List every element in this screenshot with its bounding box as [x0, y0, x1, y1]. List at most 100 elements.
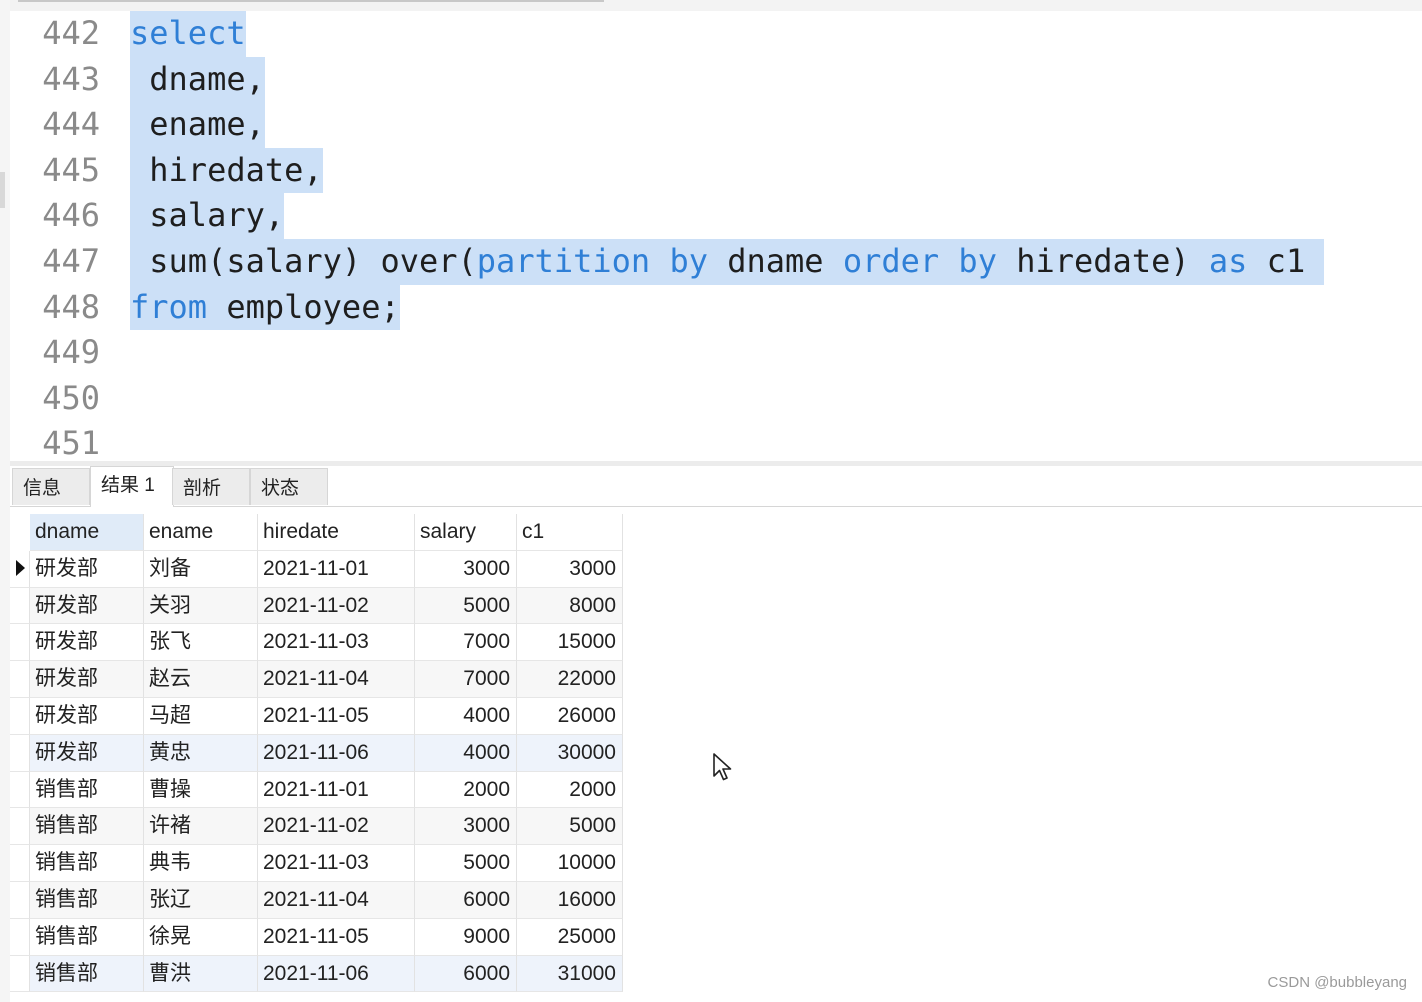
table-cell-ename[interactable]: 赵云 [144, 661, 258, 698]
table-cell-salary[interactable]: 2000 [415, 771, 517, 809]
table-cell-dname[interactable]: 销售部 [30, 918, 144, 956]
table-cell-c1[interactable]: 25000 [517, 918, 623, 956]
table-cell-c1[interactable]: 10000 [517, 845, 623, 882]
line-number: 442 [42, 14, 100, 52]
row-indicator[interactable] [10, 698, 30, 735]
column-header[interactable]: ename [144, 514, 258, 551]
row-indicator[interactable] [10, 882, 30, 919]
table-cell-hiredate[interactable]: 2021-11-05 [258, 918, 415, 956]
tab-result-1[interactable]: 结果 1 [90, 466, 174, 507]
row-indicator[interactable] [10, 624, 30, 662]
table-cell-ename[interactable]: 张飞 [144, 624, 258, 662]
table-cell-c1[interactable]: 31000 [517, 955, 623, 993]
table-cell-hiredate[interactable]: 2021-11-04 [258, 882, 415, 919]
table-cell-salary[interactable]: 6000 [415, 882, 517, 919]
table-row[interactable]: 研发部 赵云 2021-11-04 7000 22000 [10, 661, 624, 698]
table-cell-dname[interactable]: 研发部 [30, 550, 144, 588]
line-number: 448 [42, 287, 100, 326]
row-indicator[interactable] [10, 845, 30, 882]
table-row[interactable]: 研发部 马超 2021-11-05 4000 26000 [10, 698, 624, 735]
table-cell-dname[interactable]: 销售部 [30, 845, 144, 882]
table-cell-ename[interactable]: 刘备 [144, 550, 258, 588]
table-cell-dname[interactable]: 研发部 [30, 624, 144, 662]
table-row[interactable]: 销售部 徐晃 2021-11-05 9000 25000 [10, 918, 624, 956]
table-cell-ename[interactable]: 许褚 [144, 808, 258, 846]
table-row[interactable]: 销售部 曹操 2021-11-01 2000 2000 [10, 771, 624, 809]
table-cell-salary[interactable]: 6000 [415, 955, 517, 993]
table-cell-ename[interactable]: 徐晃 [144, 918, 258, 956]
line-number: 446 [42, 196, 100, 235]
table-cell-c1[interactable]: 15000 [517, 624, 623, 662]
table-cell-dname[interactable]: 研发部 [30, 587, 144, 625]
table-row[interactable]: 研发部 黄忠 2021-11-06 4000 30000 [10, 734, 624, 772]
table-cell-hiredate[interactable]: 2021-11-01 [258, 771, 415, 809]
table-row[interactable]: 销售部 许褚 2021-11-02 3000 5000 [10, 808, 624, 846]
table-cell-hiredate[interactable]: 2021-11-05 [258, 698, 415, 735]
table-cell-dname[interactable]: 研发部 [30, 661, 144, 698]
sql-editor[interactable]: 442 443 444 445 446 447 448 449 450 451 select dn… [10, 11, 1422, 461]
table-cell-ename[interactable]: 黄忠 [144, 734, 258, 772]
table-cell-salary[interactable]: 9000 [415, 918, 517, 956]
table-cell-salary[interactable]: 5000 [415, 587, 517, 625]
table-cell-dname[interactable]: 研发部 [30, 734, 144, 772]
table-cell-ename[interactable]: 张辽 [144, 882, 258, 919]
table-cell-ename[interactable]: 曹操 [144, 771, 258, 809]
column-header[interactable]: dname [30, 514, 144, 551]
sql-keyword: select [130, 14, 246, 52]
row-indicator[interactable] [10, 661, 30, 698]
table-cell-c1[interactable]: 2000 [517, 771, 623, 809]
row-indicator[interactable] [10, 771, 30, 809]
table-cell-c1[interactable]: 5000 [517, 808, 623, 846]
row-indicator[interactable] [10, 734, 30, 772]
table-cell-hiredate[interactable]: 2021-11-02 [258, 587, 415, 625]
table-cell-dname[interactable]: 销售部 [30, 882, 144, 919]
table-row[interactable]: 研发部 张飞 2021-11-03 7000 15000 [10, 624, 624, 662]
column-header[interactable]: hiredate [258, 514, 415, 551]
code-token: sum(salary) over( [130, 242, 477, 280]
tab-profile[interactable]: 剖析 [172, 468, 250, 505]
tab-status[interactable]: 状态 [250, 468, 328, 505]
table-cell-hiredate[interactable]: 2021-11-02 [258, 808, 415, 846]
column-header[interactable]: salary [415, 514, 517, 551]
table-cell-dname[interactable]: 研发部 [30, 698, 144, 735]
row-indicator[interactable] [10, 808, 30, 846]
row-indicator[interactable] [10, 918, 30, 956]
table-cell-hiredate[interactable]: 2021-11-06 [258, 955, 415, 993]
table-row[interactable]: 销售部 典韦 2021-11-03 5000 10000 [10, 845, 624, 882]
table-cell-hiredate[interactable]: 2021-11-04 [258, 661, 415, 698]
table-cell-hiredate[interactable]: 2021-11-01 [258, 550, 415, 588]
table-cell-salary[interactable]: 3000 [415, 550, 517, 588]
table-row[interactable]: 研发部 刘备 2021-11-01 3000 3000 [10, 550, 624, 588]
table-row[interactable]: 销售部 曹洪 2021-11-06 6000 31000 [10, 955, 624, 993]
table-cell-ename[interactable]: 关羽 [144, 587, 258, 625]
table-cell-salary[interactable]: 3000 [415, 808, 517, 846]
table-cell-c1[interactable]: 3000 [517, 550, 623, 588]
table-cell-ename[interactable]: 马超 [144, 698, 258, 735]
table-cell-salary[interactable]: 4000 [415, 734, 517, 772]
table-cell-hiredate[interactable]: 2021-11-06 [258, 734, 415, 772]
table-cell-hiredate[interactable]: 2021-11-03 [258, 624, 415, 662]
table-row[interactable]: 研发部 关羽 2021-11-02 5000 8000 [10, 587, 624, 625]
table-cell-c1[interactable]: 22000 [517, 661, 623, 698]
table-cell-salary[interactable]: 7000 [415, 661, 517, 698]
table-cell-salary[interactable]: 5000 [415, 845, 517, 882]
column-header[interactable]: c1 [517, 514, 623, 551]
table-cell-dname[interactable]: 销售部 [30, 955, 144, 993]
table-cell-salary[interactable]: 7000 [415, 624, 517, 662]
code-line: from employee; [130, 284, 400, 331]
table-cell-ename[interactable]: 典韦 [144, 845, 258, 882]
table-cell-dname[interactable]: 销售部 [30, 808, 144, 846]
row-indicator[interactable] [10, 550, 30, 588]
table-cell-dname[interactable]: 销售部 [30, 771, 144, 809]
table-cell-ename[interactable]: 曹洪 [144, 955, 258, 993]
table-cell-c1[interactable]: 26000 [517, 698, 623, 735]
row-indicator[interactable] [10, 587, 30, 625]
row-indicator[interactable] [10, 955, 30, 993]
table-cell-c1[interactable]: 16000 [517, 882, 623, 919]
tab-info[interactable]: 信息 [12, 468, 90, 505]
table-cell-c1[interactable]: 30000 [517, 734, 623, 772]
table-cell-hiredate[interactable]: 2021-11-03 [258, 845, 415, 882]
table-row[interactable]: 销售部 张辽 2021-11-04 6000 16000 [10, 882, 624, 919]
table-cell-salary[interactable]: 4000 [415, 698, 517, 735]
table-cell-c1[interactable]: 8000 [517, 587, 623, 625]
